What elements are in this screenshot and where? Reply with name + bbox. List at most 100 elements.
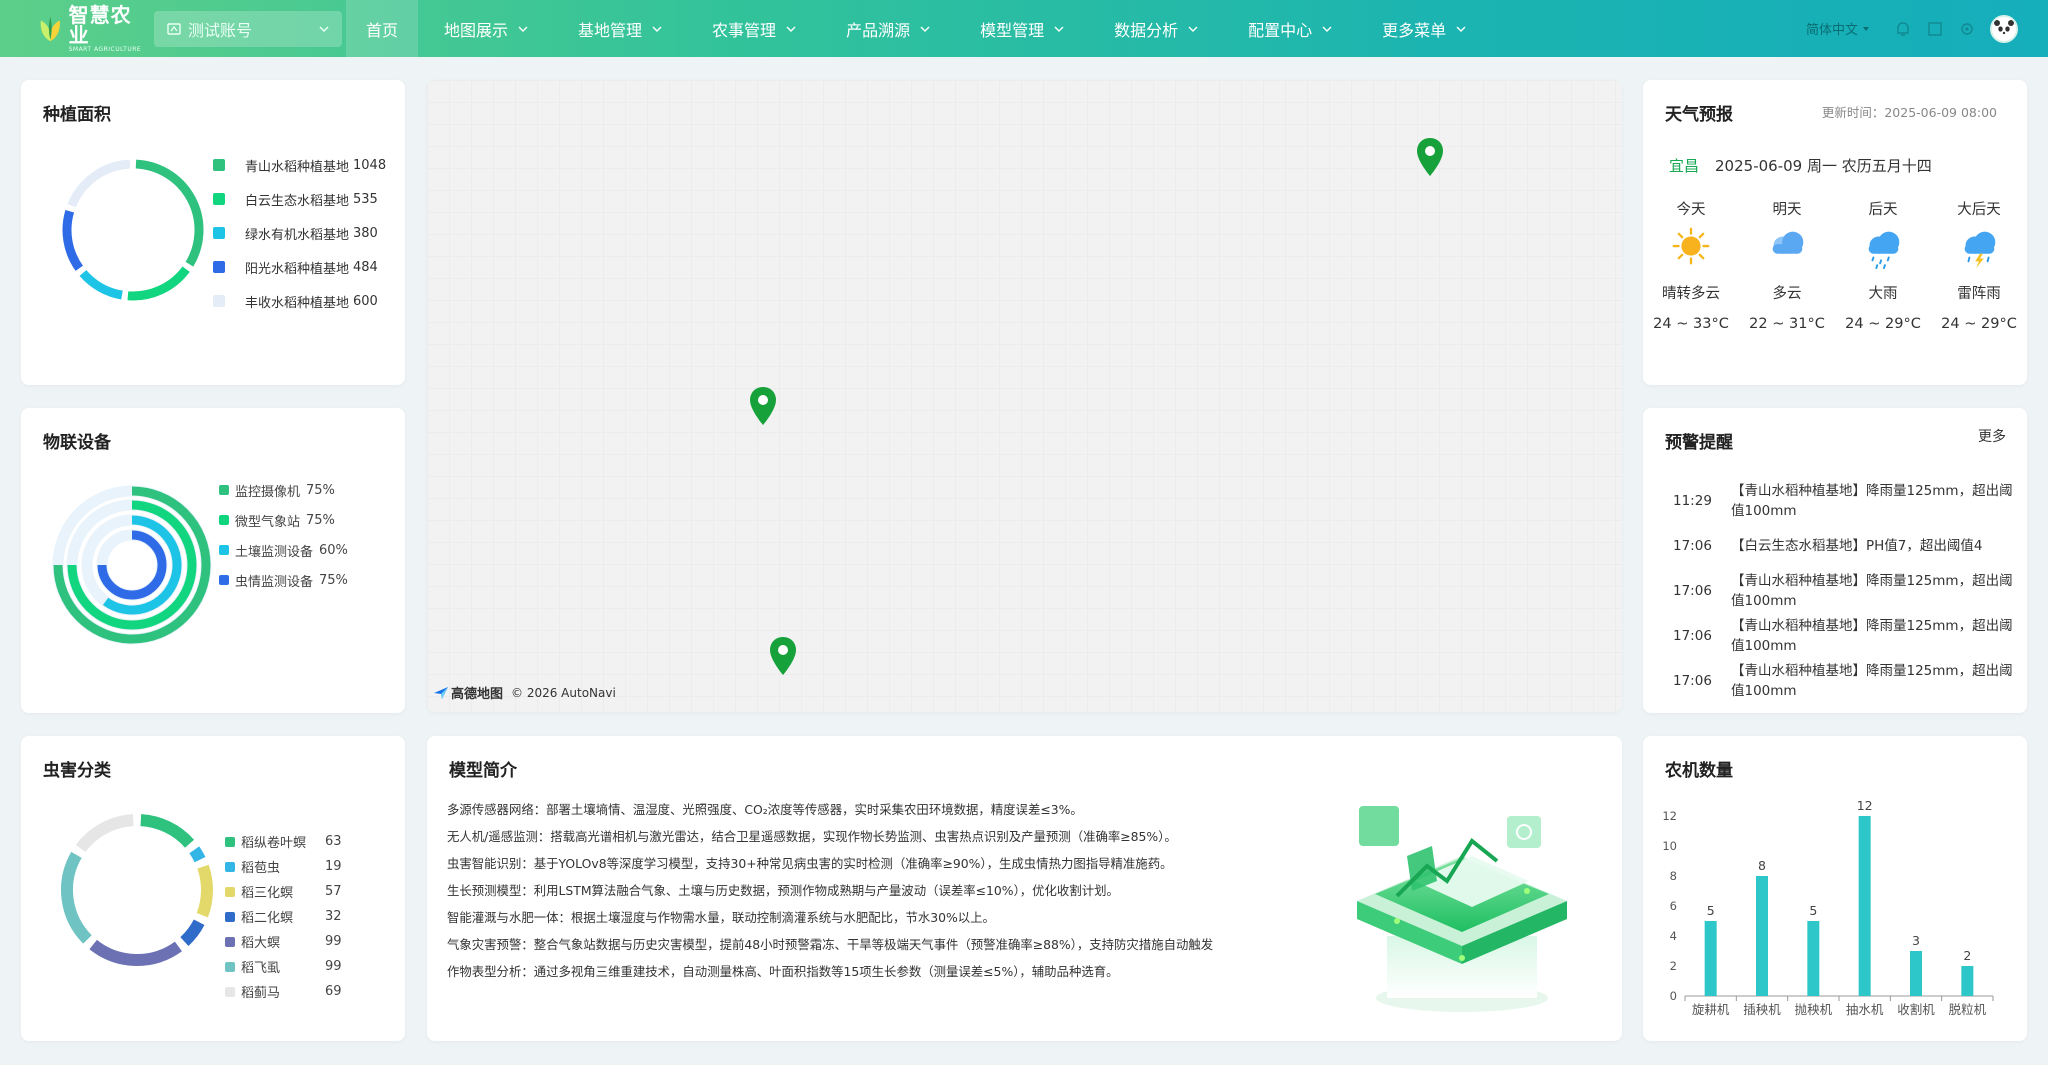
legend-swatch bbox=[213, 193, 225, 205]
model-line: 多源传感器网络：部署土壤墒情、温湿度、光照强度、CO₂浓度等传感器，实时采集农田… bbox=[447, 802, 1083, 817]
legend-swatch bbox=[219, 515, 229, 525]
warning-item[interactable]: 17:06 【青山水稻种植基地】降雨量125mm，超出阈值100mm bbox=[1673, 568, 2013, 613]
forecast-day-label: 后天 bbox=[1868, 202, 1898, 218]
more-link[interactable]: 更多 bbox=[1978, 426, 2006, 446]
legend-value: 60% bbox=[319, 542, 348, 558]
warning-item[interactable]: 17:06 【白云生态水稻基地】PH值7，超出阈值4 bbox=[1673, 523, 2013, 568]
fullscreen-icon[interactable] bbox=[1926, 20, 1944, 38]
warning-text: 【青山水稻种植基地】降雨量125mm，超出阈值100mm bbox=[1731, 482, 2013, 519]
nav-item-label: 数据分析 bbox=[1114, 20, 1179, 40]
bar[interactable] bbox=[1910, 951, 1922, 996]
legend-name: 土壤监测设备 bbox=[235, 544, 314, 560]
legend-item[interactable]: 稻苞虫 19 bbox=[225, 854, 342, 879]
legend-item[interactable]: 丰收水稻种植基地 600 bbox=[213, 284, 393, 318]
nav-item-1[interactable]: 地图展示 bbox=[418, 0, 552, 57]
warning-item[interactable]: 17:06 【青山水稻种植基地】降雨量125mm，超出阈值100mm bbox=[1673, 658, 2013, 703]
legend-item[interactable]: 稻纵卷叶螟 63 bbox=[225, 829, 342, 854]
heavy-rain-icon bbox=[1868, 231, 1900, 270]
legend-item[interactable]: 稻大螟 99 bbox=[225, 929, 342, 954]
panel-title: 模型简介 bbox=[449, 761, 517, 781]
donut-slice[interactable] bbox=[196, 864, 213, 918]
map-pin-icon[interactable] bbox=[748, 385, 778, 427]
donut-slice[interactable] bbox=[67, 159, 131, 208]
bar[interactable] bbox=[1961, 966, 1974, 996]
bar[interactable] bbox=[1807, 921, 1820, 996]
user-avatar[interactable] bbox=[1990, 14, 2018, 43]
legend-swatch bbox=[219, 545, 229, 555]
forecast-desc: 晴转多云 bbox=[1662, 286, 1720, 302]
legend-item[interactable]: 稻二化螟 32 bbox=[225, 904, 342, 929]
legend-item[interactable]: 土壤监测设备 60% bbox=[219, 535, 348, 565]
legend-item[interactable]: 监控摄像机 75% bbox=[219, 475, 348, 505]
warning-text: 【青山水稻种植基地】降雨量125mm，超出阈值100mm bbox=[1731, 572, 2013, 609]
warning-item[interactable]: 11:29 【青山水稻种植基地】降雨量125mm，超出阈值100mm bbox=[1673, 478, 2013, 523]
legend-item[interactable]: 阳光水稻种植基地 484 bbox=[213, 250, 393, 284]
language-select[interactable]: 简体中文 bbox=[1806, 19, 1870, 38]
legend-item[interactable]: 白云生态水稻基地 535 bbox=[213, 182, 393, 216]
weather-date: 2025-06-09 周一 农历五月十四 bbox=[1715, 157, 1932, 175]
warning-time: 11:29 bbox=[1673, 492, 1712, 509]
chevron-down-icon bbox=[1054, 26, 1064, 32]
donut-slice[interactable] bbox=[135, 159, 204, 267]
legend-item[interactable]: 微型气象站 75% bbox=[219, 505, 348, 535]
warning-panel: 预警提醒 更多 11:29 【青山水稻种植基地】降雨量125mm，超出阈值100m… bbox=[1643, 408, 2027, 713]
map-pin-icon[interactable] bbox=[768, 635, 798, 677]
model-line: 生长预测模型：利用LSTM算法融合气象、土壤与历史数据，预测作物成熟期与产量波动… bbox=[447, 883, 1119, 898]
donut-slice[interactable] bbox=[189, 846, 206, 863]
donut-slice[interactable] bbox=[62, 209, 84, 271]
forecast-day: 今天 晴转多云 24 ~ 33°C bbox=[1643, 198, 1739, 332]
nav-item-5[interactable]: 模型管理 bbox=[954, 0, 1088, 57]
x-tick-label: 插秧机 bbox=[1743, 1002, 1781, 1017]
bar[interactable] bbox=[1756, 876, 1768, 996]
forecast-day: 明天 多云 22 ~ 31°C bbox=[1739, 198, 1835, 332]
donut-slice[interactable] bbox=[79, 269, 123, 300]
bar[interactable] bbox=[1858, 816, 1871, 996]
panel-title: 天气预报 bbox=[1665, 105, 1733, 125]
iot-legend: 监控摄像机 75% 微型气象站 75% 土壤监测设备 60% 虫情监测设备 75% bbox=[219, 475, 348, 595]
legend-value: 75% bbox=[319, 572, 348, 588]
nav-item-4[interactable]: 产品溯源 bbox=[820, 0, 954, 57]
chevron-down-icon bbox=[518, 26, 528, 32]
nav-item-7[interactable]: 配置中心 bbox=[1222, 0, 1356, 57]
bar[interactable] bbox=[1704, 921, 1717, 996]
legend-value: 600 bbox=[353, 293, 378, 309]
settings-icon[interactable] bbox=[1958, 20, 1976, 38]
legend-item[interactable]: 绿水有机水稻基地 380 bbox=[213, 216, 393, 250]
donut-slice[interactable] bbox=[75, 814, 134, 853]
map-pin-icon[interactable] bbox=[1415, 136, 1445, 178]
nav-item-6[interactable]: 数据分析 bbox=[1088, 0, 1222, 57]
warning-text: 【青山水稻种植基地】降雨量125mm，超出阈值100mm bbox=[1731, 662, 2013, 699]
nav-item-label: 基地管理 bbox=[578, 20, 643, 40]
legend-name: 虫情监测设备 bbox=[235, 574, 314, 590]
map-view[interactable]: 高德地图 © 2026 AutoNavi bbox=[427, 80, 1622, 712]
legend-item[interactable]: 稻三化螟 57 bbox=[225, 879, 342, 904]
app-logo[interactable]: 智慧农业 SMART AGRICULTURE bbox=[38, 5, 148, 53]
y-tick-label: 2 bbox=[1670, 959, 1677, 973]
legend-item[interactable]: 虫情监测设备 75% bbox=[219, 565, 348, 595]
weather-city[interactable]: 宜昌 bbox=[1669, 155, 1699, 176]
warning-item[interactable]: 17:06 【青山水稻种植基地】降雨量125mm，超出阈值100mm bbox=[1673, 613, 2013, 658]
legend-item[interactable]: 稻蓟马 69 bbox=[225, 979, 342, 1004]
nav-item-2[interactable]: 基地管理 bbox=[552, 0, 686, 57]
panel-title: 预警提醒 bbox=[1665, 433, 1733, 453]
donut-slice[interactable] bbox=[180, 919, 205, 946]
donut-slice[interactable] bbox=[127, 266, 190, 301]
panel-title: 虫害分类 bbox=[43, 761, 111, 781]
donut-slice[interactable] bbox=[61, 851, 92, 944]
forecast-day: 大后天 雷阵雨 24 ~ 29°C bbox=[1931, 198, 2027, 332]
y-tick-label: 0 bbox=[1670, 989, 1677, 1003]
legend-item[interactable]: 青山水稻种植基地 1048 bbox=[213, 148, 393, 182]
legend-swatch bbox=[225, 886, 235, 897]
nav-item-8[interactable]: 更多菜单 bbox=[1356, 0, 1490, 57]
account-select[interactable]: 测试账号 bbox=[154, 10, 342, 47]
legend-item[interactable]: 稻飞虱 99 bbox=[225, 954, 342, 979]
nav-item-3[interactable]: 农事管理 bbox=[686, 0, 820, 57]
amap-brand: 高德地图 bbox=[451, 687, 504, 702]
bell-icon[interactable] bbox=[1894, 20, 1912, 38]
cloudy-icon bbox=[1772, 231, 1804, 254]
donut-slice[interactable] bbox=[140, 814, 195, 848]
nav-item-0[interactable]: 首页 bbox=[346, 0, 419, 57]
forecast-temp: 24 ~ 29°C bbox=[1941, 316, 2017, 332]
bar-value-label: 5 bbox=[1809, 903, 1817, 918]
donut-slice[interactable] bbox=[89, 939, 182, 966]
